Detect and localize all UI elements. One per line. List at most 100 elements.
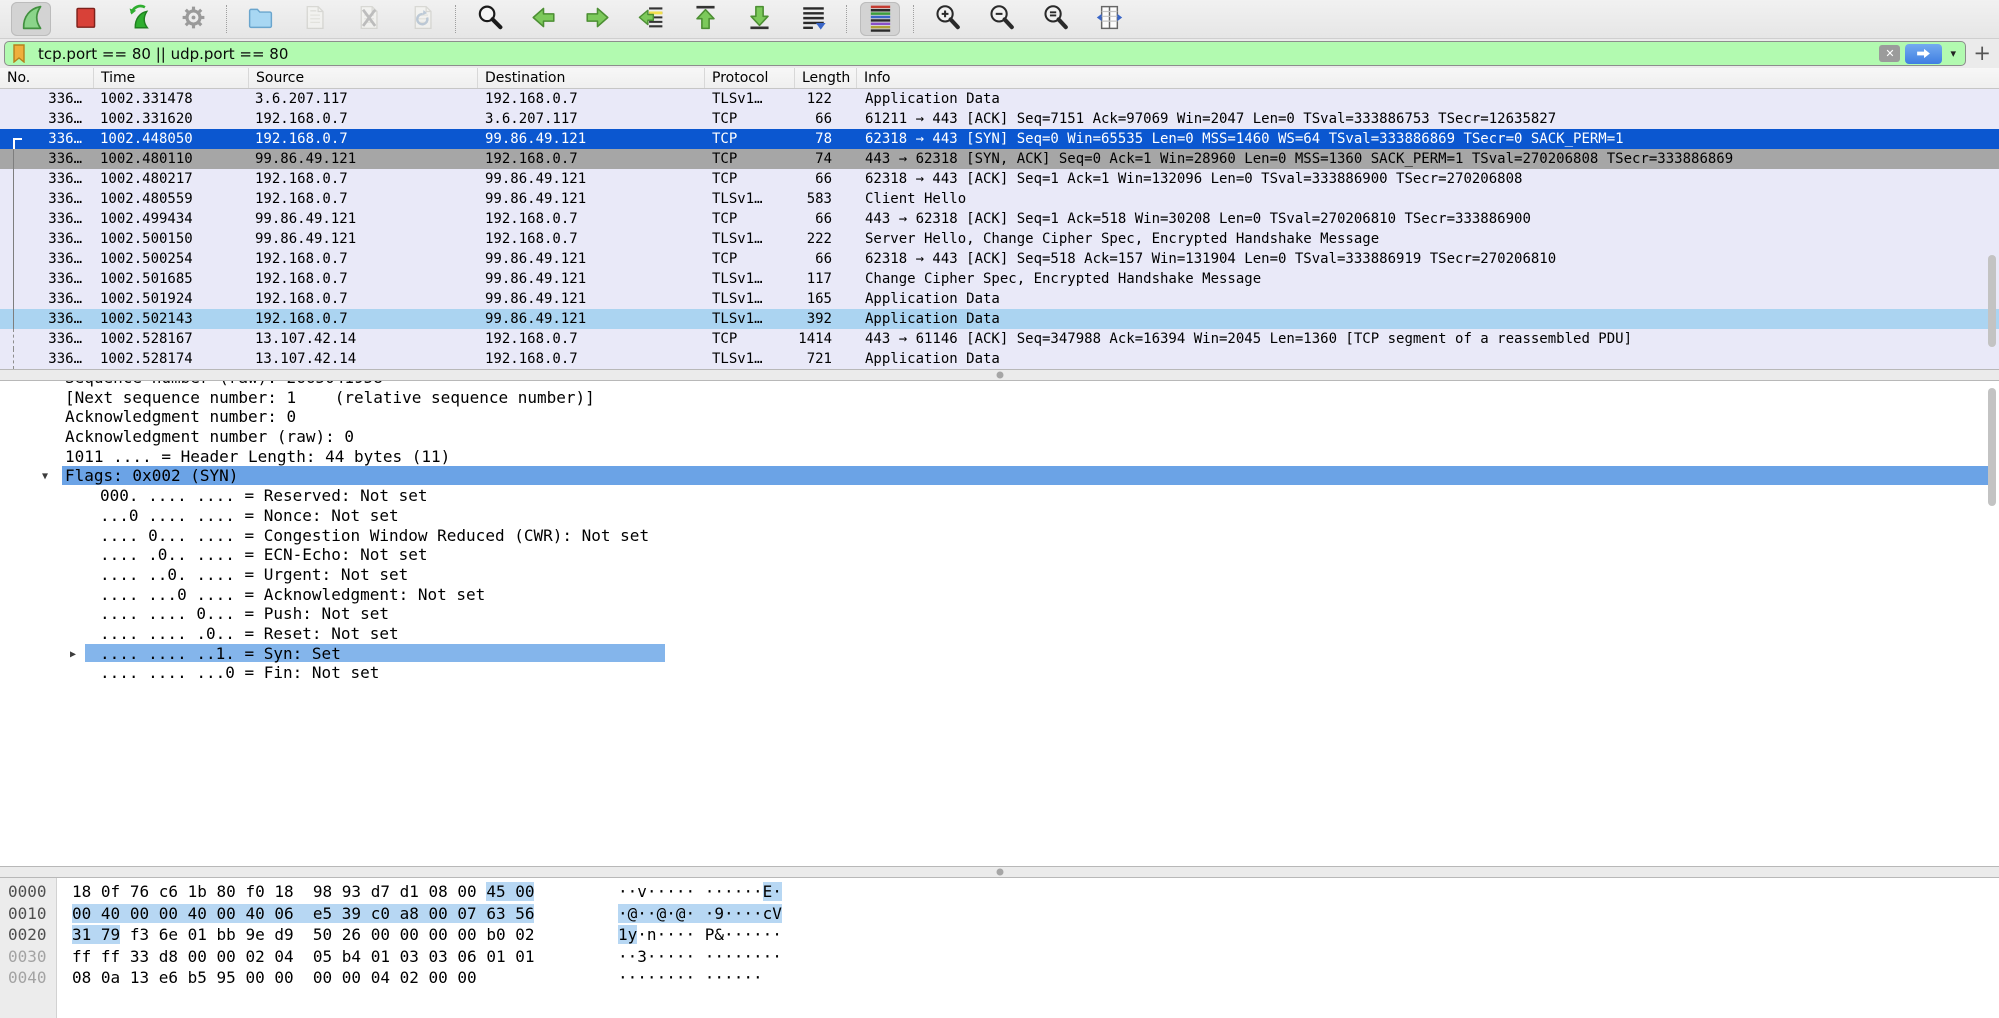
clear-filter-button[interactable]: ✕ <box>1879 45 1900 62</box>
ascii-char[interactable]: · <box>666 947 676 966</box>
ascii-char[interactable]: · <box>763 947 773 966</box>
hex-byte[interactable]: c0 <box>371 904 390 923</box>
go-back-button[interactable] <box>523 2 563 36</box>
ascii-char[interactable]: V <box>772 904 782 923</box>
ascii-char[interactable]: · <box>753 925 763 944</box>
display-filter-field[interactable]: tcp.port == 80 || udp.port == 80 ✕ ▾ <box>4 41 1966 66</box>
expander-down-icon[interactable]: ▼ <box>42 467 48 487</box>
go-last-button[interactable] <box>739 2 779 36</box>
detail-line[interactable]: Acknowledgment number (raw): 0 <box>0 427 1999 447</box>
hex-byte[interactable]: 80 <box>217 882 236 901</box>
hex-byte[interactable]: 08 <box>429 882 448 901</box>
packet-row[interactable]: 336…1002.52817413.107.42.14192.168.0.7TL… <box>0 349 1999 369</box>
hex-byte[interactable]: 04 <box>371 968 390 987</box>
hex-byte[interactable]: 08 <box>72 968 91 987</box>
hex-byte[interactable]: f3 <box>130 925 149 944</box>
detail-line[interactable]: ▼Flags: 0x002 (SYN) <box>0 466 1999 486</box>
hex-byte[interactable]: 40 <box>101 904 120 923</box>
hex-byte[interactable]: 0a <box>101 968 120 987</box>
hex-byte[interactable]: ff <box>101 947 120 966</box>
ascii-char[interactable]: · <box>666 925 676 944</box>
ascii-char[interactable]: · <box>743 968 753 987</box>
find-packet-button[interactable] <box>469 2 509 36</box>
hex-byte[interactable]: 13 <box>130 968 149 987</box>
ascii-char[interactable]: · <box>734 925 744 944</box>
start-capture-button[interactable] <box>11 2 51 36</box>
ascii-char[interactable]: · <box>637 968 647 987</box>
hex-byte[interactable]: d1 <box>400 882 419 901</box>
zoom-out-button[interactable] <box>981 2 1021 36</box>
open-file-button[interactable] <box>240 2 280 36</box>
ascii-char[interactable]: · <box>666 882 676 901</box>
ascii-char[interactable]: @ <box>628 904 638 923</box>
ascii-char[interactable]: · <box>753 882 763 901</box>
ascii-char[interactable]: & <box>714 925 724 944</box>
hex-byte[interactable]: 01 <box>188 925 207 944</box>
ascii-char[interactable]: · <box>772 947 782 966</box>
ascii-char[interactable]: · <box>734 968 744 987</box>
ascii-char[interactable]: · <box>618 968 628 987</box>
ascii-char[interactable]: · <box>724 925 734 944</box>
ascii-char[interactable]: · <box>714 882 724 901</box>
detail-line[interactable]: .... .... ...0 = Fin: Not set <box>0 663 1999 683</box>
column-header-destination[interactable]: Destination <box>478 68 705 88</box>
ascii-char[interactable]: · <box>647 904 657 923</box>
go-to-packet-button[interactable] <box>631 2 671 36</box>
hex-byte[interactable]: 95 <box>217 968 236 987</box>
packet-row[interactable]: 336…1002.49943499.86.49.121192.168.0.7TC… <box>0 209 1999 229</box>
hex-byte[interactable]: 00 <box>274 968 293 987</box>
ascii-char[interactable]: · <box>734 904 744 923</box>
hex-byte[interactable]: 0f <box>101 882 120 901</box>
capture-options-button[interactable] <box>173 2 213 36</box>
hex-byte[interactable]: 00 <box>159 904 178 923</box>
column-header-length[interactable]: Length <box>795 68 857 88</box>
bookmark-icon[interactable] <box>12 44 27 63</box>
ascii-char[interactable]: · <box>772 925 782 944</box>
packet-row[interactable]: 336…1002.502143192.168.0.799.86.49.121TL… <box>0 309 1999 329</box>
ascii-char[interactable]: · <box>705 968 715 987</box>
ascii-char[interactable]: · <box>628 882 638 901</box>
stop-capture-button[interactable] <box>65 2 105 36</box>
hex-byte[interactable]: 05 <box>313 947 332 966</box>
hex-byte[interactable]: 76 <box>130 882 149 901</box>
column-header-info[interactable]: Info <box>857 68 1999 88</box>
packet-row[interactable]: 336…1002.50015099.86.49.121192.168.0.7TL… <box>0 229 1999 249</box>
hex-byte[interactable]: b0 <box>486 925 505 944</box>
ascii-char[interactable]: · <box>657 947 667 966</box>
detail-line[interactable]: Acknowledgment number: 0 <box>0 407 1999 427</box>
ascii-char[interactable]: · <box>734 882 744 901</box>
hex-byte[interactable]: 40 <box>188 904 207 923</box>
ascii-char[interactable]: · <box>734 947 744 966</box>
expander-right-icon[interactable]: ▶ <box>70 645 76 665</box>
packet-row[interactable]: 336…1002.331620192.168.0.73.6.207.117TCP… <box>0 109 1999 129</box>
hex-byte[interactable]: 00 <box>217 947 236 966</box>
hex-byte[interactable]: 98 <box>313 882 332 901</box>
detail-line[interactable]: [Next sequence number: 1 (relative seque… <box>0 388 1999 408</box>
ascii-char[interactable]: · <box>666 904 676 923</box>
ascii-char[interactable]: c <box>763 904 773 923</box>
ascii-char[interactable]: · <box>753 947 763 966</box>
hex-byte[interactable]: 00 <box>429 968 448 987</box>
hex-byte[interactable]: a8 <box>400 904 419 923</box>
hex-byte[interactable]: 9e <box>245 925 264 944</box>
splitter-details-bytes[interactable] <box>0 866 1999 878</box>
hex-byte[interactable]: b5 <box>188 968 207 987</box>
ascii-char[interactable]: · <box>647 947 657 966</box>
hex-byte[interactable]: 01 <box>515 947 534 966</box>
detail-line[interactable]: .... .... .0.. = Reset: Not set <box>0 624 1999 644</box>
ascii-char[interactable]: y <box>628 925 638 944</box>
ascii-char[interactable]: · <box>753 904 763 923</box>
ascii-char[interactable]: E <box>763 882 773 901</box>
hex-byte[interactable]: 50 <box>313 925 332 944</box>
auto-scroll-button[interactable] <box>793 2 833 36</box>
ascii-char[interactable]: · <box>618 904 628 923</box>
column-header-source[interactable]: Source <box>249 68 478 88</box>
detail-line[interactable]: .... ...0 .... = Acknowledgment: Not set <box>0 585 1999 605</box>
hex-byte[interactable]: 39 <box>342 904 361 923</box>
hex-byte[interactable]: 56 <box>515 904 534 923</box>
ascii-char[interactable]: · <box>724 968 734 987</box>
detail-line[interactable]: .... 0... .... = Congestion Window Reduc… <box>0 526 1999 546</box>
hex-byte[interactable]: 00 <box>72 904 91 923</box>
hex-byte[interactable]: 93 <box>342 882 361 901</box>
ascii-char[interactable]: · <box>705 947 715 966</box>
